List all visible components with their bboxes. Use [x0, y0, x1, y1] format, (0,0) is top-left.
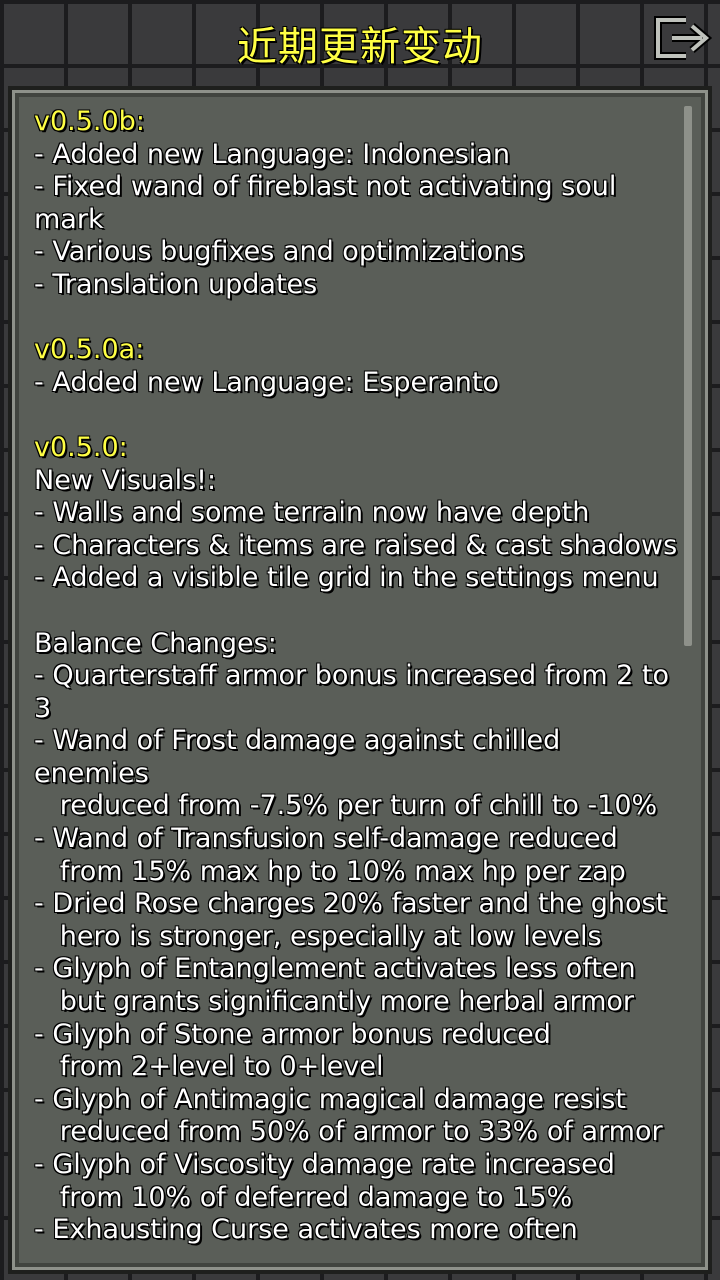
changelog-line: - Walls and some terrain now have depth: [34, 497, 590, 529]
changelog-line: - Added new Language: Esperanto: [34, 366, 499, 398]
page-title: 近期更新变动: [237, 24, 483, 70]
changelog-line: - Glyph of Antimagic magical damage resi…: [34, 1083, 626, 1115]
changelog-line: - Glyph of Stone armor bonus reduced: [34, 1018, 551, 1050]
changelog-line: from 15% max hp to 10% max hp per zap: [34, 855, 626, 887]
changelog-line: 3: [34, 692, 52, 724]
changelog-line: New Visuals!:: [34, 464, 217, 496]
changelog-text: v0.5.0b: - Added new Language: Indonesian…: [34, 106, 680, 1256]
changelog-line: - Exhausting Curse activates more often: [34, 1214, 578, 1246]
changelog-line: Balance Changes:: [34, 627, 277, 659]
changelog-line: - Wand of Transfusion self-damage reduce…: [34, 823, 618, 855]
exit-button[interactable]: [650, 12, 714, 64]
changelog-line: from 10% of deferred damage to 15%: [34, 1181, 573, 1213]
changelog-line: hero is stronger, especially at low leve…: [34, 920, 602, 952]
changelog-line: enemies: [34, 757, 149, 789]
version-heading: v0.5.0b:: [34, 106, 145, 137]
changelog-line: - Added new Language: Indonesian: [34, 138, 510, 170]
changelog-line: - Characters & items are raised & cast s…: [34, 529, 678, 561]
version-heading: v0.5.0:: [34, 431, 128, 463]
changelog-line: reduced from 50% of armor to 33% of armo…: [34, 1116, 663, 1148]
changelog-panel[interactable]: v0.5.0b: - Added new Language: Indonesian…: [8, 86, 712, 1274]
changelog-line: from 2+level to 0+level: [34, 1051, 384, 1083]
changelog-line: - Glyph of Viscosity damage rate increas…: [34, 1149, 615, 1180]
changelog-line: mark: [34, 203, 104, 235]
exit-door-arrow-icon: [654, 16, 713, 60]
changelog-line: - Added a visible tile grid in the setti…: [34, 562, 659, 594]
changelog-line: - Various bugfixes and optimizations: [34, 236, 525, 268]
changelog-line: - Translation updates: [34, 268, 318, 300]
changelog-line: - Dried Rose charges 20% faster and the …: [34, 888, 667, 920]
changelog-line: - Glyph of Entanglement activates less o…: [34, 953, 636, 985]
scrollbar[interactable]: [684, 106, 692, 646]
changelog-line: - Wand of Frost damage against chilled: [34, 725, 561, 757]
changelog-line: but grants significantly more herbal arm…: [34, 986, 634, 1018]
version-heading: v0.5.0a:: [34, 334, 145, 366]
changelog-line: - Fixed wand of fireblast not activating…: [34, 171, 617, 203]
changelog-line: reduced from -7.5% per turn of chill to …: [34, 790, 658, 822]
changelog-line: - Quarterstaff armor bonus increased fro…: [34, 660, 670, 692]
